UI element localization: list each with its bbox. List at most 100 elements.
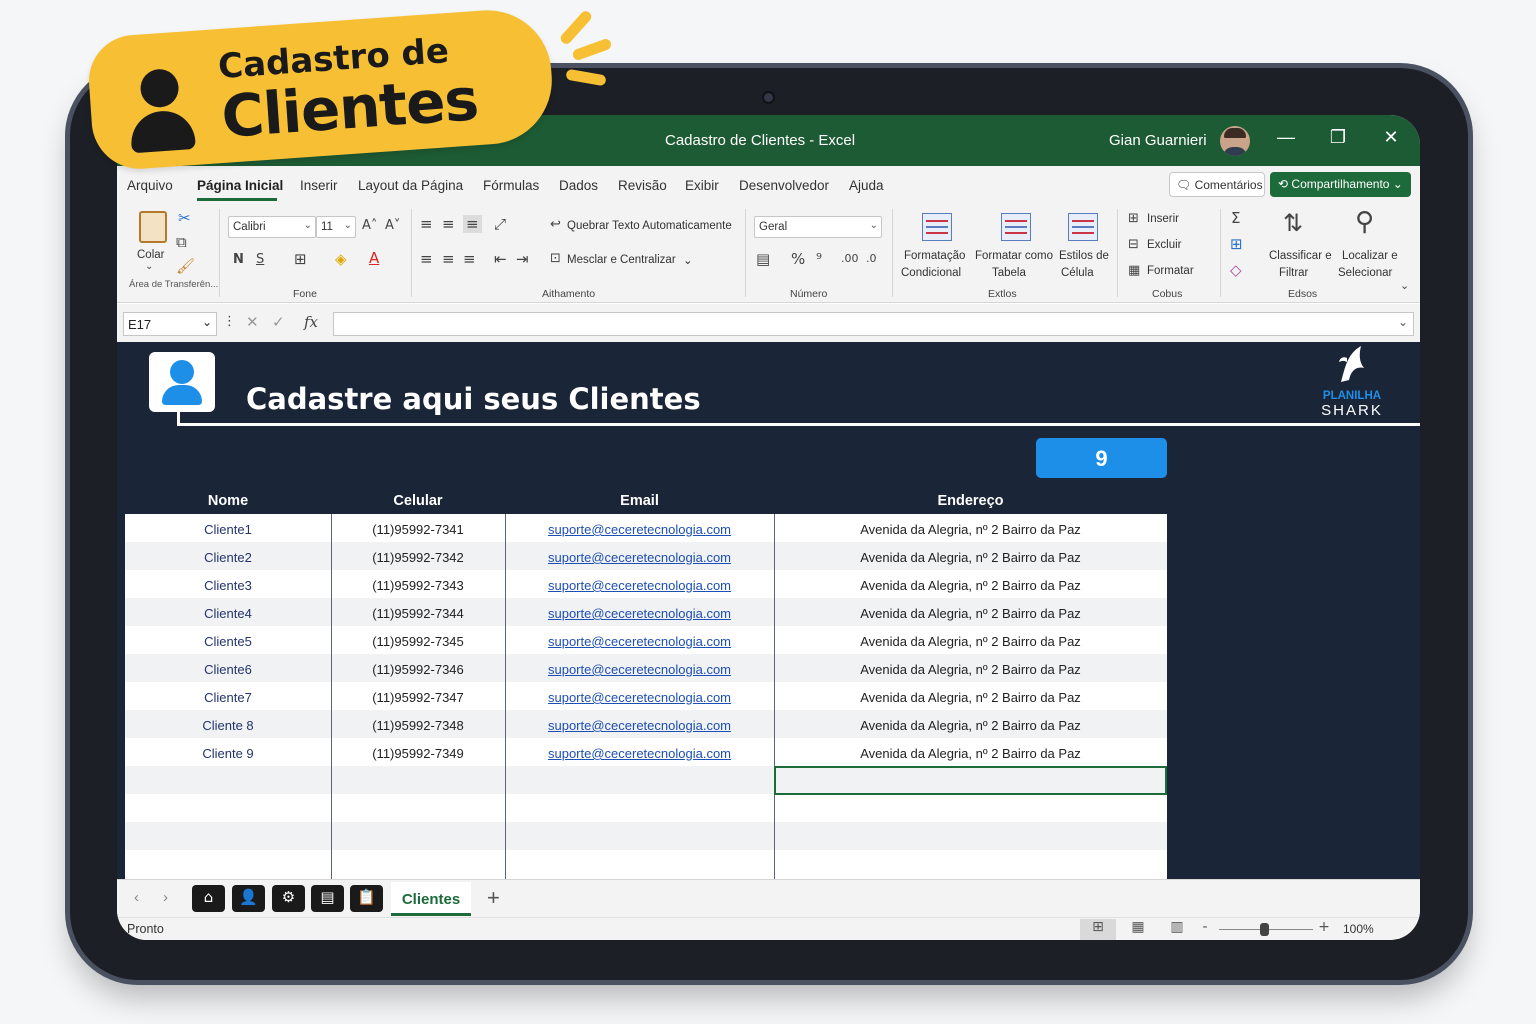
normal-view-icon[interactable]: ⊞ bbox=[1080, 919, 1116, 940]
align-top-icon[interactable]: ≡ bbox=[420, 215, 433, 233]
email-link[interactable]: suporte@ceceretecnologia.com bbox=[505, 662, 774, 677]
increase-decimal-icon[interactable]: .00 bbox=[841, 252, 859, 265]
phone-cell[interactable]: (11)95992-7344 bbox=[331, 606, 505, 621]
phone-cell[interactable]: (11)95992-7343 bbox=[331, 578, 505, 593]
table-row[interactable] bbox=[125, 850, 1167, 878]
gear-icon[interactable]: ⚙ bbox=[272, 885, 305, 912]
name-cell[interactable]: Cliente1 bbox=[125, 522, 331, 537]
clipboard-icon[interactable]: 📋 bbox=[350, 885, 383, 912]
bold-button[interactable]: N bbox=[233, 252, 244, 267]
tab-arquivo[interactable]: Arquivo bbox=[127, 178, 173, 193]
page-layout-icon[interactable]: ▦ bbox=[1120, 919, 1156, 940]
share-button[interactable]: ⟲ Compartilhamento ⌄ bbox=[1270, 172, 1411, 197]
name-cell[interactable]: Cliente 9 bbox=[125, 746, 331, 761]
phone-cell[interactable]: (11)95992-7345 bbox=[331, 634, 505, 649]
phone-cell[interactable]: (11)95992-7341 bbox=[331, 522, 505, 537]
decrease-font-icon[interactable]: A˅ bbox=[385, 218, 400, 233]
column-header-endereco[interactable]: Endereço bbox=[774, 493, 1167, 509]
accounting-icon[interactable]: ▤ bbox=[756, 250, 770, 268]
table-row[interactable]: Cliente 9 (11)95992-7349 suporte@ceceretec… bbox=[125, 738, 1167, 766]
user-icon[interactable]: 👤 bbox=[232, 885, 265, 912]
home-icon[interactable]: ⌂ bbox=[192, 885, 225, 912]
table-row[interactable]: Cliente 8 (11)95992-7348 suporte@ceceretec… bbox=[125, 710, 1167, 738]
table-row[interactable]: Cliente3 (11)95992-7343 suporte@ceceretecn… bbox=[125, 570, 1167, 598]
email-link[interactable]: suporte@ceceretecnologia.com bbox=[505, 550, 774, 565]
collapse-ribbon-icon[interactable]: ⌄ bbox=[1400, 279, 1409, 292]
email-link[interactable]: suporte@ceceretecnologia.com bbox=[505, 522, 774, 537]
tab-ajuda[interactable]: Ajuda bbox=[849, 178, 884, 193]
copy-icon[interactable]: ⧉ bbox=[176, 233, 187, 251]
email-link[interactable]: suporte@ceceretecnologia.com bbox=[505, 746, 774, 761]
address-cell[interactable]: Avenida da Alegria, nº 2 Bairro da Paz bbox=[774, 522, 1167, 537]
align-middle-icon[interactable]: ≡ bbox=[442, 215, 455, 233]
font-name-select[interactable]: Calibri ⌄ bbox=[228, 216, 316, 238]
increase-indent-icon[interactable]: ⇥ bbox=[516, 250, 529, 268]
address-cell[interactable]: Avenida da Alegria, nº 2 Bairro da Paz bbox=[774, 746, 1167, 761]
align-left-icon[interactable]: ≡ bbox=[420, 250, 433, 268]
format-painter-icon[interactable]: 🖌 bbox=[176, 257, 195, 275]
autosum-icon[interactable]: Σ bbox=[1231, 209, 1240, 227]
address-cell[interactable]: Avenida da Alegria, nº 2 Bairro da Paz bbox=[774, 662, 1167, 677]
align-center-icon[interactable]: ≡ bbox=[442, 250, 455, 268]
table-row[interactable]: Cliente5 (11)95992-7345 suporte@ceceretecn… bbox=[125, 626, 1167, 654]
number-format-select[interactable]: Geral ⌄ bbox=[754, 216, 882, 238]
wrap-text-button[interactable]: Quebrar Texto Automaticamente bbox=[567, 220, 732, 232]
tab-revisao[interactable]: Revisão bbox=[618, 178, 667, 193]
email-link[interactable]: suporte@ceceretecnologia.com bbox=[505, 690, 774, 705]
email-link[interactable]: suporte@ceceretecnologia.com bbox=[505, 606, 774, 621]
conditional-formatting-button[interactable]: Formatação bbox=[904, 250, 965, 262]
border-icon[interactable]: ⊞ bbox=[294, 250, 307, 268]
name-box[interactable]: E17 ⌄ bbox=[123, 312, 217, 336]
comma-icon[interactable]: ⁹ bbox=[816, 250, 822, 268]
restore-button[interactable]: ❐ bbox=[1323, 127, 1353, 148]
fill-color-icon[interactable]: ◈ bbox=[335, 250, 347, 268]
font-color-icon[interactable]: A bbox=[369, 249, 379, 267]
name-cell[interactable]: Cliente2 bbox=[125, 550, 331, 565]
close-button[interactable]: ✕ bbox=[1376, 127, 1406, 148]
avatar[interactable] bbox=[1220, 126, 1250, 156]
table-row[interactable] bbox=[125, 794, 1167, 822]
formula-input[interactable]: ⌄ bbox=[333, 312, 1414, 336]
decrease-decimal-icon[interactable]: .0 bbox=[866, 252, 877, 265]
increase-font-icon[interactable]: A˄ bbox=[362, 218, 377, 233]
zoom-level[interactable]: 100% bbox=[1343, 922, 1374, 936]
email-link[interactable]: suporte@ceceretecnologia.com bbox=[505, 718, 774, 733]
phone-cell[interactable]: (11)95992-7348 bbox=[331, 718, 505, 733]
phone-cell[interactable]: (11)95992-7349 bbox=[331, 746, 505, 761]
table-row[interactable]: Cliente4 (11)95992-7344 suporte@ceceretecn… bbox=[125, 598, 1167, 626]
address-cell[interactable]: Avenida da Alegria, nº 2 Bairro da Paz bbox=[774, 690, 1167, 705]
sort-filter-button[interactable]: Classificar e bbox=[1269, 250, 1332, 262]
sheet-tab-clientes[interactable]: Clientes bbox=[391, 882, 471, 916]
tab-dados[interactable]: Dados bbox=[559, 178, 598, 193]
previous-sheet-icon[interactable]: ‹ bbox=[134, 889, 139, 906]
table-row[interactable]: Cliente2 (11)95992-7342 suporte@ceceretecn… bbox=[125, 542, 1167, 570]
email-link[interactable]: suporte@ceceretecnologia.com bbox=[505, 634, 774, 649]
decrease-indent-icon[interactable]: ⇤ bbox=[494, 250, 507, 268]
address-cell[interactable]: Avenida da Alegria, nº 2 Bairro da Paz bbox=[774, 634, 1167, 649]
table-row[interactable]: Cliente6 (11)95992-7346 suporte@ceceretecn… bbox=[125, 654, 1167, 682]
next-sheet-icon[interactable]: › bbox=[163, 889, 168, 906]
table-row[interactable] bbox=[125, 822, 1167, 850]
name-cell[interactable]: Cliente6 bbox=[125, 662, 331, 677]
format-cells-button[interactable]: Formatar bbox=[1147, 265, 1194, 277]
clear-icon[interactable]: ◇ bbox=[1230, 261, 1242, 279]
address-cell[interactable]: Avenida da Alegria, nº 2 Bairro da Paz bbox=[774, 606, 1167, 621]
name-cell[interactable]: Cliente 8 bbox=[125, 718, 331, 733]
tab-exibir[interactable]: Exibir bbox=[685, 178, 719, 193]
cut-icon[interactable]: ✂ bbox=[178, 209, 191, 227]
minimize-button[interactable]: — bbox=[1271, 127, 1301, 148]
tab-inserir[interactable]: Inserir bbox=[300, 178, 338, 193]
table-row[interactable]: Cliente7 (11)95992-7347 suporte@ceceretecn… bbox=[125, 682, 1167, 710]
zoom-slider-handle[interactable] bbox=[1260, 923, 1269, 936]
tab-desenvolvedor[interactable]: Desenvolvedor bbox=[739, 178, 829, 193]
align-bottom-icon[interactable]: ≡ bbox=[463, 215, 482, 233]
align-right-icon[interactable]: ≡ bbox=[463, 250, 476, 268]
address-cell[interactable]: Avenida da Alegria, nº 2 Bairro da Paz bbox=[774, 578, 1167, 593]
insert-cells-button[interactable]: Inserir bbox=[1147, 213, 1179, 225]
name-cell[interactable]: Cliente4 bbox=[125, 606, 331, 621]
column-header-celular[interactable]: Celular bbox=[331, 493, 505, 509]
cancel-icon[interactable]: ✕ bbox=[246, 313, 259, 331]
column-header-email[interactable]: Email bbox=[505, 493, 774, 509]
column-header-nome[interactable]: Nome bbox=[125, 493, 331, 509]
zoom-out-icon[interactable]: - bbox=[1190, 919, 1220, 940]
